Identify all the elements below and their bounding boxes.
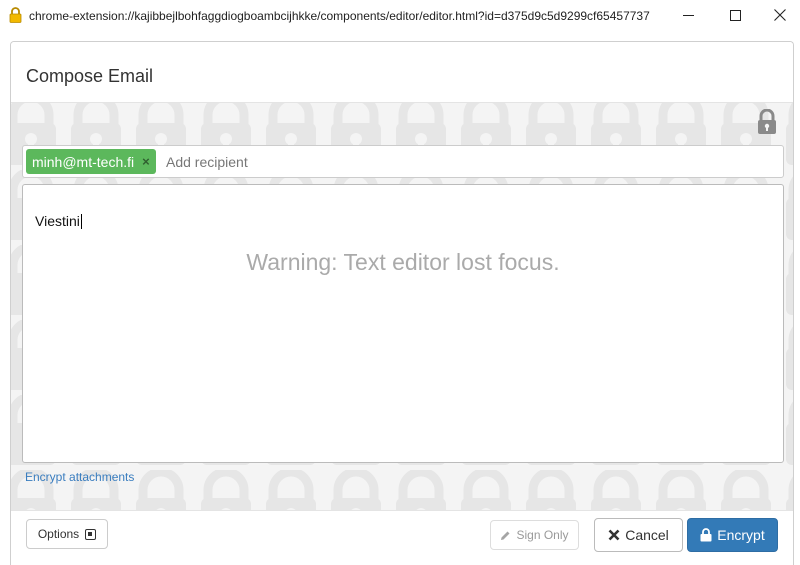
minimize-button[interactable] xyxy=(671,3,705,27)
dialog-body: minh@mt-tech.fi × Viestini Warning: Text… xyxy=(11,102,793,510)
x-icon xyxy=(608,529,620,541)
focus-warning: Warning: Text editor lost focus. xyxy=(246,249,560,275)
lock-icon xyxy=(700,528,712,542)
sign-only-label: Sign Only xyxy=(516,528,569,542)
text-caret xyxy=(80,214,82,229)
encryption-lock-toggle[interactable] xyxy=(756,108,778,135)
message-text: Viestini xyxy=(35,213,80,229)
lock-icon xyxy=(758,108,776,134)
remove-recipient-button[interactable]: × xyxy=(142,154,150,169)
maximize-button[interactable] xyxy=(718,3,752,27)
padlock-icon xyxy=(9,7,22,23)
dialog-title: Compose Email xyxy=(26,66,154,86)
encrypt-button[interactable]: Encrypt xyxy=(687,518,778,552)
encrypt-label: Encrypt xyxy=(717,527,765,543)
options-button[interactable]: Options xyxy=(26,519,108,549)
encrypt-attachments-link[interactable]: Encrypt attachments xyxy=(25,470,134,484)
window-url: chrome-extension://kajibbejlbohfaggdiogb… xyxy=(29,9,650,23)
message-body[interactable]: Viestini xyxy=(35,213,82,229)
recipient-email: minh@mt-tech.fi xyxy=(32,153,135,170)
add-recipient-input[interactable] xyxy=(166,150,566,174)
compose-dialog: Compose Email minh@mt-tech.fi × Add reci… xyxy=(10,41,794,565)
cancel-label: Cancel xyxy=(625,527,669,543)
options-label: Options xyxy=(37,527,80,541)
dialog-footer: Options Sign Only Cancel Encrypt xyxy=(11,510,793,565)
maximize-icon xyxy=(729,9,741,21)
pencil-icon xyxy=(501,531,510,540)
sign-only-button[interactable]: Sign Only xyxy=(490,520,579,550)
window-titlebar: chrome-extension://kajibbejlbohfaggdiogb… xyxy=(0,0,800,31)
recipient-tag: minh@mt-tech.fi × xyxy=(26,149,156,174)
minimize-icon xyxy=(682,14,694,16)
expand-icon xyxy=(85,528,97,540)
recipients-field[interactable]: minh@mt-tech.fi × xyxy=(22,145,784,178)
dialog-header: Compose Email xyxy=(11,42,793,102)
close-icon xyxy=(774,9,786,21)
cancel-button[interactable]: Cancel xyxy=(594,518,683,552)
close-window-button[interactable] xyxy=(763,3,797,27)
message-editor[interactable]: Viestini Warning: Text editor lost focus… xyxy=(22,184,784,463)
